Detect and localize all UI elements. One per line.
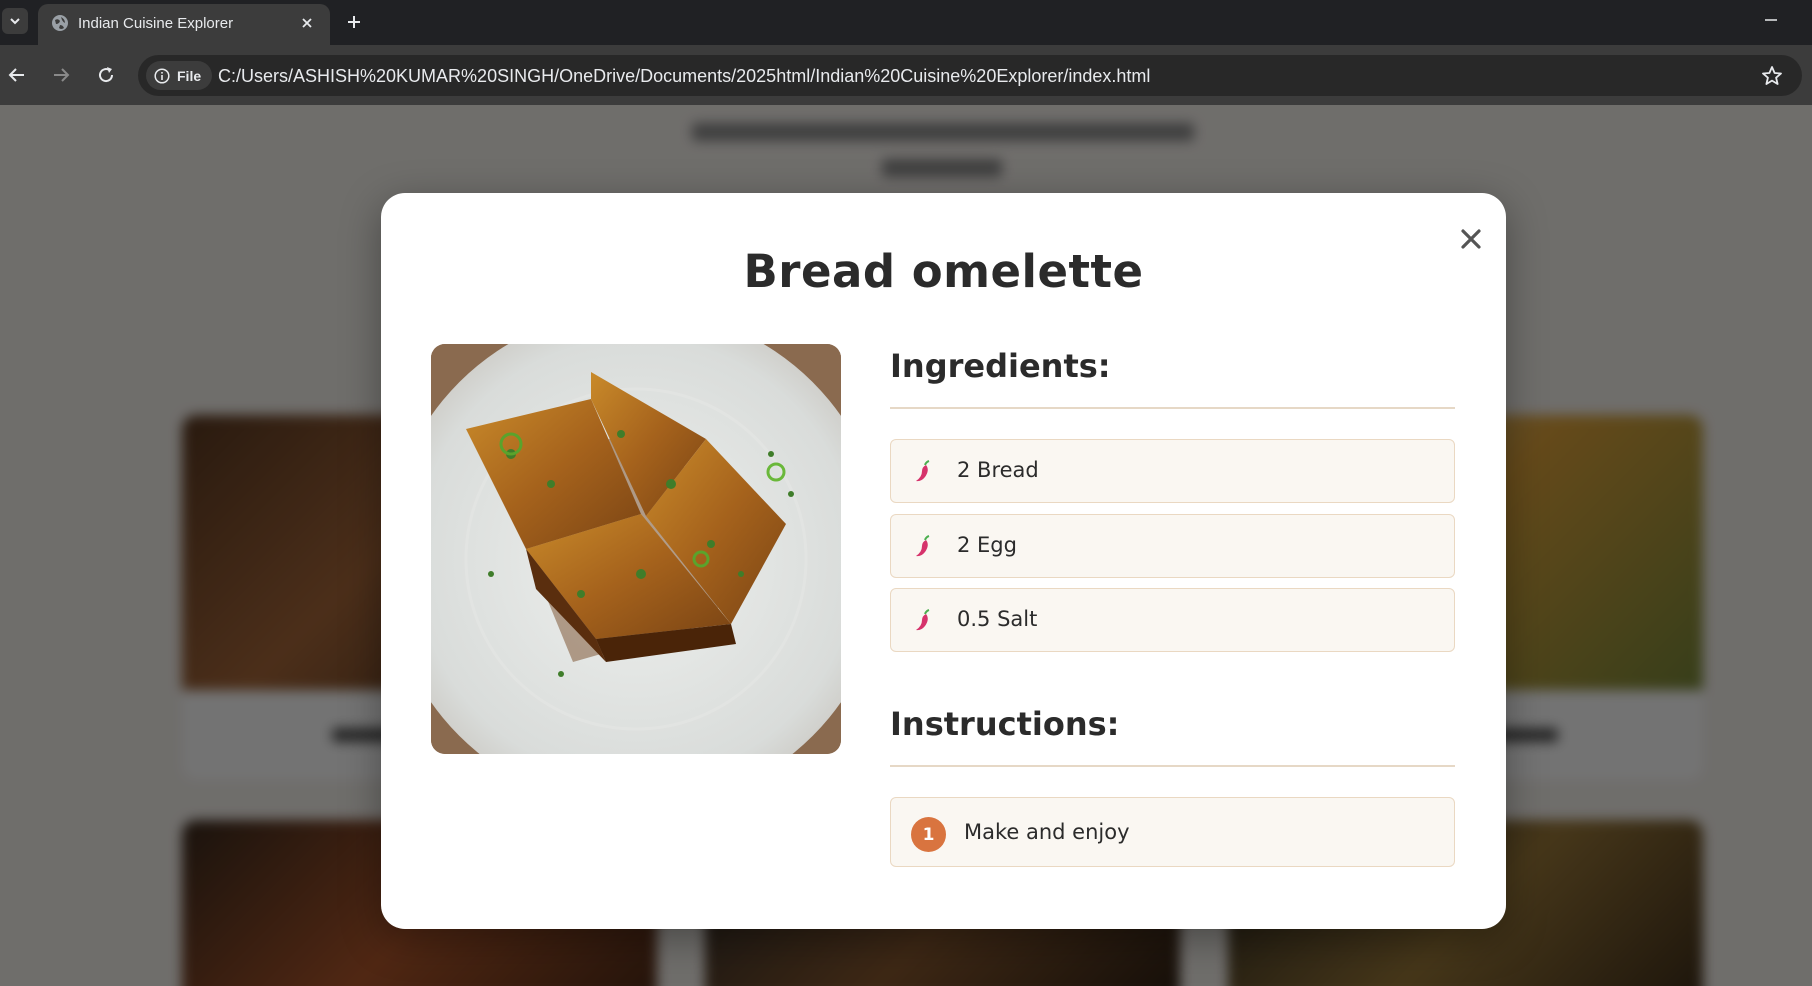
browser-toolbar: File C:/Users/ASHISH%20KUMAR%20SINGH/One…	[0, 45, 1812, 105]
info-icon	[154, 67, 170, 84]
chevron-down-icon	[10, 18, 20, 25]
forward-arrow-icon	[54, 68, 70, 82]
new-tab-button[interactable]	[340, 8, 368, 36]
address-bar[interactable]: File C:/Users/ASHISH%20KUMAR%20SINGH/One…	[138, 55, 1802, 96]
ingredient-item: 0.5 Salt	[890, 588, 1455, 652]
globe-icon	[52, 15, 68, 31]
ingredient-text: 2 Egg	[957, 533, 1017, 557]
instruction-text: Make and enjoy	[964, 820, 1130, 844]
tab-search-button[interactable]	[2, 8, 28, 34]
step-number: 1	[911, 817, 946, 852]
plus-icon	[348, 16, 360, 28]
ingredients-divider	[890, 407, 1455, 409]
recipe-title: Bread omelette	[743, 245, 1144, 298]
ingredient-text: 0.5 Salt	[957, 607, 1038, 631]
close-icon	[302, 18, 312, 28]
site-chip-label: File	[177, 67, 202, 84]
instructions-heading: Instructions:	[890, 705, 1120, 743]
back-arrow-icon	[8, 68, 24, 82]
instruction-step: 1 Make and enjoy	[890, 797, 1455, 867]
bread-omelette-photo	[431, 344, 841, 754]
site-info-chip[interactable]: File	[146, 61, 212, 90]
ingredient-item: 2 Bread	[890, 439, 1455, 503]
star-icon[interactable]	[1760, 64, 1784, 88]
chili-icon	[916, 460, 930, 482]
browser-tab[interactable]: Indian Cuisine Explorer	[38, 4, 330, 45]
chili-icon	[916, 535, 930, 557]
recipe-image	[431, 344, 841, 754]
ingredient-item: 2 Egg	[890, 514, 1455, 578]
instructions-divider	[890, 765, 1455, 767]
tab-close-button[interactable]	[296, 12, 318, 34]
reload-button[interactable]	[91, 60, 121, 90]
back-button[interactable]	[2, 60, 32, 90]
url-text[interactable]: C:/Users/ASHISH%20KUMAR%20SINGH/OneDrive…	[218, 66, 1150, 87]
window-minimize-button[interactable]	[1756, 8, 1786, 32]
minimize-icon	[1765, 19, 1777, 21]
browser-tab-bar: Indian Cuisine Explorer	[0, 0, 1812, 45]
recipe-modal: Bread omelette Ingredients: 2 Bread 2 Eg…	[381, 193, 1506, 929]
ingredient-text: 2 Bread	[957, 458, 1039, 482]
chili-icon	[916, 609, 930, 631]
forward-button[interactable]	[46, 60, 76, 90]
ingredients-heading: Ingredients:	[890, 347, 1111, 385]
reload-icon	[99, 67, 114, 83]
tab-title: Indian Cuisine Explorer	[78, 15, 234, 32]
